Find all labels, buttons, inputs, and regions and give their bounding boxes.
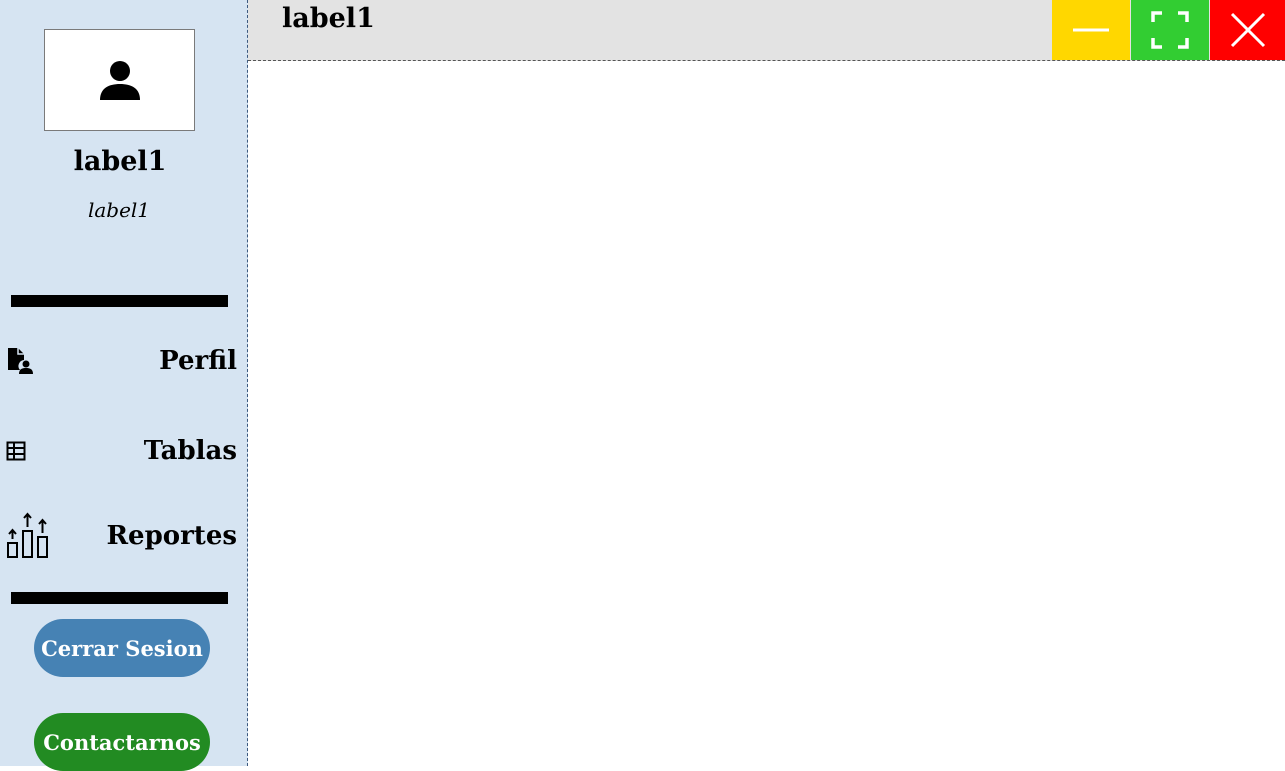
sidebar: label1 label1 Perfil Tablas Reportes Cer…: [0, 0, 248, 771]
minimize-button[interactable]: [1052, 0, 1130, 60]
sidebar-item-label: Perfil: [159, 346, 237, 376]
reports-chart-icon: [0, 512, 50, 560]
close-icon: [1230, 12, 1265, 48]
maximize-icon: [1151, 11, 1189, 49]
sidebar-item-reportes[interactable]: Reportes: [0, 509, 247, 563]
sidebar-divider-bottom: [11, 592, 228, 604]
table-icon: [0, 441, 26, 461]
title-bar: label1: [248, 0, 1285, 61]
user-name: label1: [73, 146, 167, 177]
page-title: label1: [282, 3, 375, 34]
sidebar-item-label: Tablas: [143, 436, 237, 466]
user-icon: [99, 61, 140, 100]
maximize-button[interactable]: [1131, 0, 1209, 60]
avatar[interactable]: [44, 29, 195, 131]
user-role: label1: [87, 198, 151, 222]
logout-button[interactable]: Cerrar Sesion: [34, 619, 210, 677]
close-button[interactable]: [1210, 0, 1285, 60]
sidebar-item-tablas[interactable]: Tablas: [0, 424, 247, 478]
sidebar-item-label: Reportes: [106, 521, 237, 551]
main-content-panel: [248, 61, 1285, 766]
minimize-icon: [1073, 28, 1109, 32]
contact-button[interactable]: Contactarnos: [34, 713, 210, 771]
profile-document-icon: [0, 346, 34, 376]
sidebar-divider-top: [11, 295, 228, 307]
sidebar-item-perfil[interactable]: Perfil: [0, 334, 247, 388]
